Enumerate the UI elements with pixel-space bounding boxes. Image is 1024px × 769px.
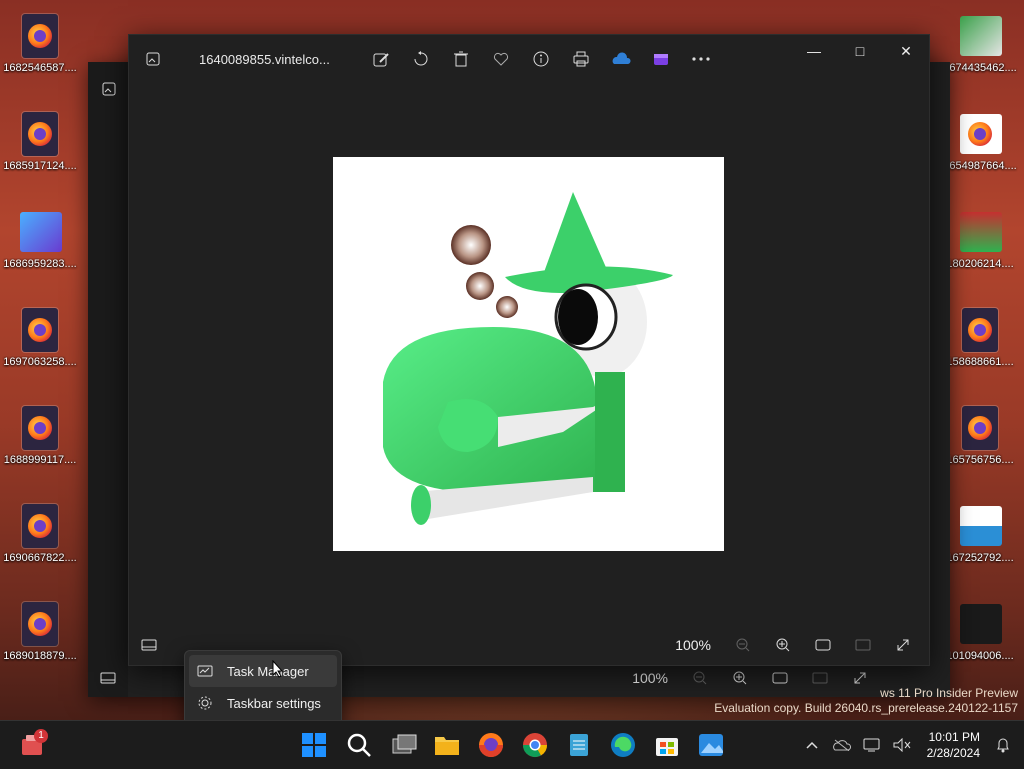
- zoom-level: 100%: [632, 670, 668, 686]
- search-icon[interactable]: [345, 731, 373, 759]
- desktop-icon[interactable]: 1697063258....: [0, 302, 80, 394]
- widgets-icon[interactable]: 1: [18, 729, 48, 759]
- zoom-level: 100%: [675, 637, 711, 653]
- desktop-icon-label: 1682546587....: [3, 62, 77, 74]
- minimize-button[interactable]: —: [791, 35, 837, 67]
- favorite-icon[interactable]: [487, 45, 515, 73]
- desktop-icon[interactable]: 180206214....: [940, 204, 1020, 296]
- desktop-icon[interactable]: 158688661....: [940, 302, 1020, 394]
- notification-bell-icon[interactable]: [988, 737, 1018, 753]
- image-canvas[interactable]: [333, 157, 724, 551]
- start-icon[interactable]: [300, 731, 328, 759]
- clock-date: 2/28/2024: [926, 746, 980, 760]
- desktop-icon-label: 1686959283....: [3, 258, 77, 270]
- volume-muted-icon[interactable]: [887, 738, 917, 752]
- desktop-icon[interactable]: 1690667822....: [0, 498, 80, 590]
- menu-item-taskbar-settings[interactable]: Taskbar settings: [185, 687, 341, 719]
- print-icon[interactable]: [567, 45, 595, 73]
- photos-window[interactable]: 1640089855.vintelco... — □ ✕ 100%: [128, 34, 930, 666]
- filmstrip-icon[interactable]: [88, 672, 128, 684]
- zoom-out-icon[interactable]: [725, 631, 761, 659]
- info-icon[interactable]: [527, 45, 555, 73]
- desktop-icon-label: 1674435462....: [943, 62, 1017, 74]
- notification-badge: 1: [34, 729, 48, 743]
- desktop-icon[interactable]: 1682546587....: [0, 8, 80, 100]
- back-window-sidebar: [88, 62, 128, 697]
- mouse-cursor-icon: [272, 660, 284, 678]
- chevron-up-icon[interactable]: [797, 741, 827, 749]
- store-icon[interactable]: [653, 731, 681, 759]
- desktop-icon[interactable]: 1685917124....: [0, 106, 80, 198]
- watermark-line1: ws 11 Pro Insider Preview: [880, 686, 1018, 700]
- watermark-line2: Evaluation copy. Build 26040.rs_prerelea…: [714, 701, 1018, 715]
- taskbar: 1 10:01 PM 2/28/2024: [0, 720, 1024, 769]
- close-button[interactable]: ✕: [883, 35, 929, 67]
- desktop-icon[interactable]: 165756756....: [940, 400, 1020, 492]
- desktop-icon[interactable]: 1674435462....: [940, 8, 1020, 100]
- edge-icon[interactable]: [609, 731, 637, 759]
- desktop-icon-label: 165756756....: [946, 454, 1014, 466]
- desktop-icon-label: 101094006....: [946, 650, 1014, 662]
- clock-time: 10:01 PM: [928, 730, 980, 744]
- menu-item-label: Taskbar settings: [227, 695, 321, 711]
- expand-icon[interactable]: [885, 631, 921, 659]
- firefox-icon[interactable]: [477, 731, 505, 759]
- window-title: 1640089855.vintelco...: [199, 51, 330, 67]
- desktop-icon-label: 167252792....: [946, 552, 1014, 564]
- windows-watermark: ws 11 Pro Insider Preview Evaluation cop…: [714, 686, 1018, 716]
- clipchamp-icon[interactable]: [647, 45, 675, 73]
- notepad-icon[interactable]: [565, 731, 593, 759]
- system-tray: 10:01 PM 2/28/2024: [797, 721, 1024, 769]
- fit-to-window-icon[interactable]: [805, 631, 841, 659]
- desktop-icon[interactable]: 101094006....: [940, 596, 1020, 688]
- desktop-icon[interactable]: 1689018879....: [0, 596, 80, 688]
- menu-item-task-manager[interactable]: Task Manager: [189, 655, 337, 687]
- rotate-icon[interactable]: [407, 45, 435, 73]
- desktop-icon[interactable]: 1688999117....: [0, 400, 80, 492]
- title-bar[interactable]: 1640089855.vintelco... — □ ✕: [129, 35, 929, 83]
- photos-icon[interactable]: [697, 731, 725, 759]
- taskbar-context-menu: Task Manager Taskbar settings: [184, 650, 342, 730]
- gear-icon: [197, 695, 213, 711]
- menu-item-label: Task Manager: [227, 663, 309, 679]
- edit-image-icon[interactable]: [367, 45, 395, 73]
- more-icon[interactable]: [687, 45, 715, 73]
- desktop-icon-label: 1654987664....: [943, 160, 1017, 172]
- desktop-icon-label: 158688661....: [946, 356, 1014, 368]
- network-icon[interactable]: [857, 738, 887, 752]
- image-icon: [88, 62, 128, 101]
- filmstrip-icon[interactable]: [129, 639, 169, 651]
- onedrive-offline-icon[interactable]: [827, 739, 857, 751]
- delete-icon[interactable]: [447, 45, 475, 73]
- desktop-icon[interactable]: 1654987664....: [940, 106, 1020, 198]
- desktop-icon-label: 180206214....: [946, 258, 1014, 270]
- zoom-in-icon[interactable]: [765, 631, 801, 659]
- character-image: [383, 192, 673, 525]
- desktop-icon-label: 1697063258....: [3, 356, 77, 368]
- desktop-icon[interactable]: 1686959283....: [0, 204, 80, 296]
- desktop-icon-label: 1688999117....: [3, 454, 77, 466]
- desktop-icon-label: 1689018879....: [3, 650, 77, 662]
- actual-size-icon[interactable]: [845, 631, 881, 659]
- desktop-icon[interactable]: 167252792....: [940, 498, 1020, 590]
- desktop-icon-label: 1685917124....: [3, 160, 77, 172]
- file-explorer-icon[interactable]: [433, 731, 461, 759]
- task-view-icon[interactable]: [390, 731, 418, 759]
- clock[interactable]: 10:01 PM 2/28/2024: [927, 729, 980, 761]
- chrome-icon[interactable]: [521, 731, 549, 759]
- task-manager-icon: [197, 665, 213, 677]
- onedrive-icon[interactable]: [607, 45, 635, 73]
- zoom-out-icon[interactable]: [682, 664, 718, 692]
- maximize-button[interactable]: □: [837, 35, 883, 67]
- desktop-icon-label: 1690667822....: [3, 552, 77, 564]
- photos-app-icon: [137, 43, 169, 75]
